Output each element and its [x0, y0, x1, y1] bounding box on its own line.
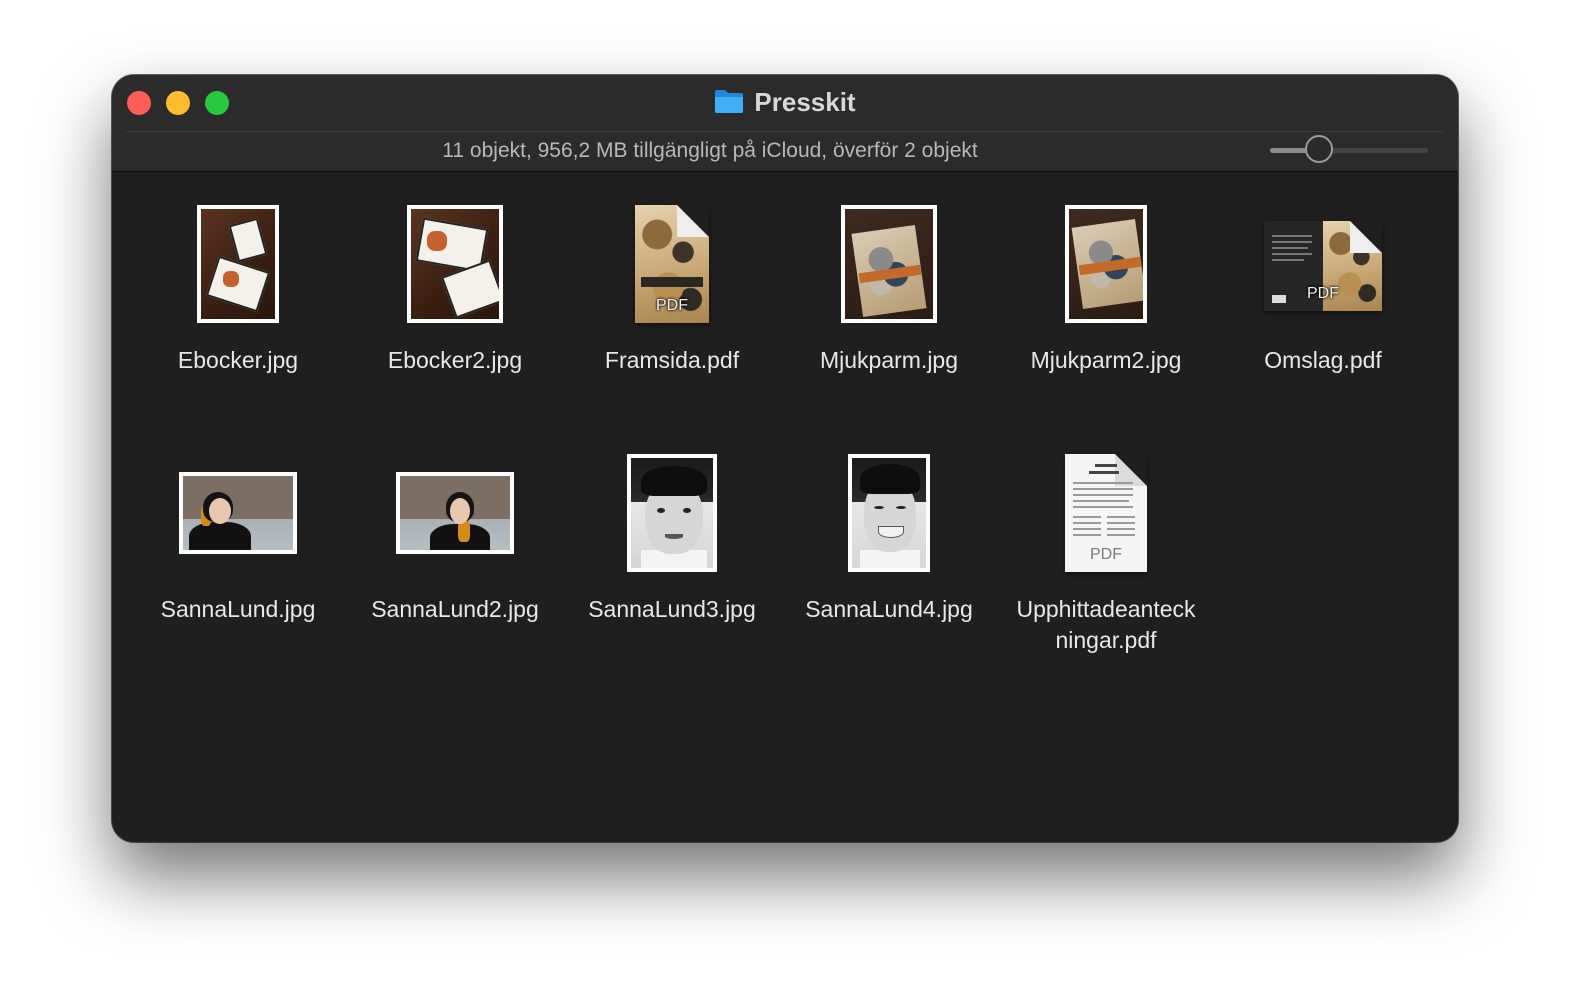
file-item[interactable]: PDF Omslag.pdf — [1218, 199, 1428, 376]
file-item[interactable]: PDF Upphittadeanteck ningar.pdf — [1001, 448, 1211, 656]
file-name: Framsida.pdf — [604, 347, 740, 373]
pdf-thumbnail[interactable]: PDF — [1065, 454, 1147, 572]
folder-icon — [714, 88, 744, 120]
image-thumbnail[interactable] — [396, 472, 514, 554]
pdf-badge: PDF — [1090, 546, 1122, 563]
file-item[interactable]: Ebocker2.jpg — [350, 199, 560, 376]
image-thumbnail[interactable] — [841, 205, 937, 323]
file-name: Ebocker.jpg — [177, 347, 299, 373]
image-thumbnail[interactable] — [848, 454, 930, 572]
status-bar-text: 11 objekt, 956,2 MB tillgängligt på iClo… — [442, 139, 978, 162]
pdf-thumbnail[interactable]: PDF — [1264, 221, 1382, 311]
image-thumbnail[interactable] — [627, 454, 717, 572]
file-name: SannaLund2.jpg — [371, 596, 539, 622]
file-name: Upphittadeanteck ningar.pdf — [1016, 596, 1196, 653]
file-name: SannaLund4.jpg — [805, 596, 973, 622]
divider — [126, 131, 1444, 132]
file-name: Mjukparm2.jpg — [1030, 347, 1182, 373]
window-title-text: Presskit — [754, 87, 856, 117]
slider-knob[interactable] — [1305, 135, 1334, 163]
file-item[interactable]: SannaLund4.jpg — [784, 448, 994, 625]
icon-size-slider[interactable] — [1270, 135, 1428, 165]
file-name: Ebocker2.jpg — [387, 347, 523, 373]
title-bar[interactable]: Presskit 11 objekt, 956,2 MB tillgänglig… — [112, 75, 1458, 172]
file-item[interactable]: PDF Framsida.pdf — [567, 199, 777, 376]
file-name: SannaLund3.jpg — [588, 596, 756, 622]
image-thumbnail[interactable] — [1065, 205, 1147, 323]
file-name: Mjukparm.jpg — [819, 347, 959, 373]
file-item[interactable]: Mjukparm.jpg — [784, 199, 994, 376]
image-thumbnail[interactable] — [179, 472, 297, 554]
file-item[interactable]: SannaLund.jpg — [133, 448, 343, 625]
file-name: Omslag.pdf — [1264, 347, 1382, 373]
image-thumbnail[interactable] — [197, 205, 279, 323]
file-item[interactable]: Ebocker.jpg — [133, 199, 343, 376]
window-title: Presskit — [112, 87, 1458, 120]
file-item[interactable]: Mjukparm2.jpg — [1001, 199, 1211, 376]
finder-window: Presskit 11 objekt, 956,2 MB tillgänglig… — [112, 75, 1458, 842]
pdf-thumbnail[interactable]: PDF — [635, 205, 709, 323]
file-item[interactable]: SannaLund3.jpg — [567, 448, 777, 625]
image-thumbnail[interactable] — [407, 205, 503, 323]
pdf-badge: PDF — [656, 297, 688, 314]
file-name: SannaLund.jpg — [160, 596, 316, 622]
file-item[interactable]: SannaLund2.jpg — [350, 448, 560, 625]
pdf-badge: PDF — [1307, 285, 1339, 302]
